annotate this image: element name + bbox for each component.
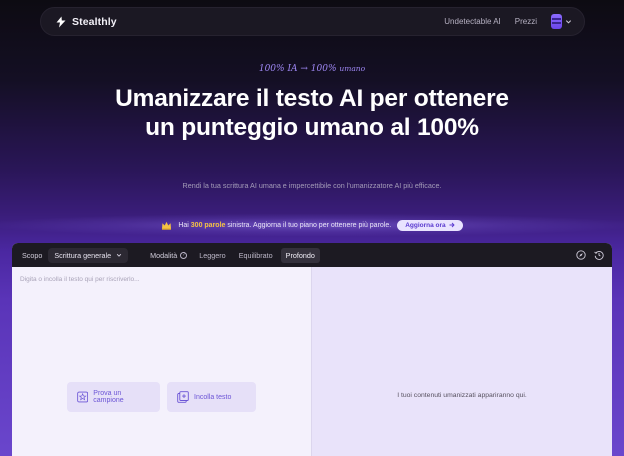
- help-icon[interactable]: ?: [180, 251, 188, 259]
- nav-link-prezzi[interactable]: Prezzi: [515, 17, 537, 26]
- output-empty-message: I tuoi contenuti umanizzati appariranno …: [397, 392, 527, 399]
- upgrade-message: Hai 300 parole sinistra. Aggiorna il tuo…: [178, 222, 391, 229]
- editor-toolbar: Scopo Scrittura generale Modalità ? Legg…: [12, 243, 612, 267]
- account-menu[interactable]: [551, 14, 572, 29]
- humanizer-editor: Scopo Scrittura generale Modalità ? Legg…: [12, 243, 612, 456]
- star-icon: [77, 391, 89, 403]
- promo-suffix: sinistra. Aggiorna il tuo piano per otte…: [225, 221, 392, 229]
- avatar: [551, 14, 562, 29]
- upgrade-now-button[interactable]: Aggiorna ora: [397, 219, 463, 231]
- upgrade-banner: Hai 300 parole sinistra. Aggiorna il tuo…: [0, 214, 624, 236]
- eyebrow-small: umano: [339, 64, 366, 73]
- words-left-count: 300 parole: [190, 221, 226, 229]
- nav-link-undetectable-ai[interactable]: Undetectable AI: [444, 17, 500, 26]
- input-text-area[interactable]: Digita o incolla il testo qui per riscri…: [12, 267, 312, 456]
- stealthly-logo-icon: [56, 16, 66, 27]
- mode-selector: Modalità ? Leggero Equilibrato Profondo: [150, 247, 320, 263]
- try-sample-label: Prova un campione: [93, 390, 124, 404]
- promo-prefix: Hai: [178, 221, 191, 229]
- mode-profondo[interactable]: Profondo: [280, 247, 320, 263]
- compass-icon[interactable]: [576, 250, 586, 260]
- arrow-right-icon: [449, 222, 455, 228]
- mode-label: Modalità: [150, 250, 178, 260]
- scope-select[interactable]: Scrittura generale: [48, 247, 129, 263]
- page-title: Umanizzare il testo AI per ottenere un p…: [115, 85, 509, 141]
- input-placeholder: Digita o incolla il testo qui per riscri…: [20, 276, 140, 283]
- history-icon[interactable]: [594, 250, 604, 260]
- paste-text-button[interactable]: Incolla testo: [167, 382, 256, 412]
- crown-icon: [162, 221, 172, 230]
- mode-leggero[interactable]: Leggero: [194, 248, 230, 263]
- chevron-down-icon: [565, 20, 572, 24]
- top-navbar: Stealthly Undetectable AI Prezzi: [40, 7, 585, 36]
- upgrade-now-label: Aggiorna ora: [405, 221, 446, 229]
- scope-value: Scrittura generale: [54, 250, 112, 260]
- output-text-area: I tuoi contenuti umanizzati appariranno …: [312, 267, 612, 456]
- scope-label: Scopo: [22, 250, 43, 260]
- eyebrow-main: 100% IA → 100%: [258, 64, 337, 74]
- paste-text-label: Incolla testo: [194, 393, 232, 401]
- hero-eyebrow: 100% IA → 100% umano: [0, 64, 624, 74]
- brand-name: Stealthly: [72, 15, 117, 28]
- chevron-down-icon: [116, 253, 122, 257]
- mode-equilibrato[interactable]: Equilibrato: [234, 248, 278, 263]
- try-sample-button[interactable]: Prova un campione: [67, 382, 160, 412]
- paste-icon: [177, 391, 189, 403]
- hero-subtitle: Rendi la tua scrittura AI umana e imperc…: [182, 181, 442, 190]
- brand-logo-link[interactable]: Stealthly: [55, 16, 117, 28]
